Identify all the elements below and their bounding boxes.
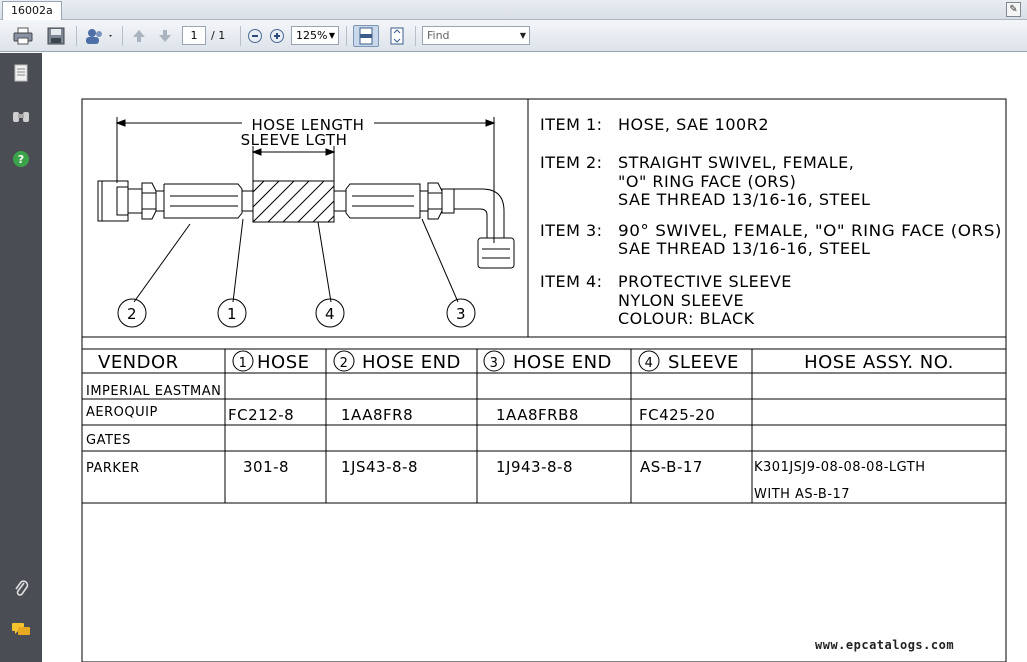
arrow-up-icon <box>133 30 145 42</box>
hose-end-cell: 1AA8FRB8 <box>496 406 579 424</box>
header-num: 1 <box>239 356 248 371</box>
header-assy: HOSE ASSY. NO. <box>804 352 954 373</box>
item-line: SAE THREAD 13/16-16, STEEL <box>618 190 870 209</box>
header-hose-end: HOSE END <box>362 352 461 373</box>
attachment-icon[interactable] <box>11 578 31 598</box>
header-hose-end: HOSE END <box>513 352 612 373</box>
hose-left <box>163 183 253 219</box>
chevron-down-icon: ▼ <box>328 31 335 40</box>
straight-swivel-fitting <box>97 180 165 222</box>
fit-width-icon <box>359 27 373 45</box>
hose-cell: 301-8 <box>243 458 289 476</box>
header-hose: HOSE <box>257 352 310 373</box>
sleeve-length-label: SLEEVE LGTH <box>241 131 348 149</box>
zoom-out-button[interactable] <box>246 25 264 47</box>
callout-label: 2 <box>127 305 137 323</box>
item-label: ITEM 4: <box>540 272 603 291</box>
callout-label: 1 <box>227 305 237 323</box>
hose-right <box>334 183 421 219</box>
document-tab[interactable]: 16002a <box>2 1 62 20</box>
next-page-button[interactable] <box>156 25 174 47</box>
drawing-sheet: HOSE LENGTH SLEEVE LGTH 2 1 4 3 ITEM 1: … <box>81 98 1007 662</box>
header-vendor: VENDOR <box>98 352 179 373</box>
vendor-cell: GATES <box>86 433 131 448</box>
header-num: 3 <box>490 356 499 371</box>
zoom-in-button[interactable] <box>268 25 286 47</box>
assy-cell: K301JSJ9-08-08-08-LGTH <box>754 460 926 475</box>
item-line: 90° SWIVEL, FEMALE, "O" RING FACE (ORS) <box>618 221 1002 240</box>
vendor-cell: PARKER <box>86 461 140 476</box>
share-button[interactable] <box>82 25 116 47</box>
elbow-swivel-fitting <box>419 182 515 269</box>
item-line: STRAIGHT SWIVEL, FEMALE, <box>618 153 854 172</box>
hose-end-cell: 1J943-8-8 <box>496 458 573 476</box>
vendor-cell: AEROQUIP <box>86 405 158 420</box>
vendor-cell: IMPERIAL EASTMAN <box>86 384 221 399</box>
hose-end-cell: 1JS43-8-8 <box>341 458 418 476</box>
sheet-border <box>81 98 1007 662</box>
pin-icon[interactable]: ✎ <box>1006 2 1021 17</box>
previous-page-button[interactable] <box>130 25 148 47</box>
watermark: www.epcatalogs.com <box>815 638 955 652</box>
assy-cell: WITH AS-B-17 <box>754 487 850 502</box>
printer-icon <box>13 27 33 45</box>
find-input[interactable]: Find ▼ <box>422 26 530 45</box>
document-page: HOSE LENGTH SLEEVE LGTH 2 1 4 3 ITEM 1: … <box>42 53 1027 662</box>
tab-bar: 16002a ✎ <box>0 0 1027 20</box>
item-line: NYLON SLEEVE <box>618 291 744 310</box>
users-share-icon <box>86 29 112 44</box>
page-total: / 1 <box>211 29 226 42</box>
item-line: SAE THREAD 13/16-16, STEEL <box>618 239 870 258</box>
help-icon[interactable]: ? <box>13 151 29 167</box>
fit-page-icon <box>390 27 404 45</box>
sleeve-cell: FC425-20 <box>639 406 715 424</box>
item-label: ITEM 2: <box>540 153 603 172</box>
navigation-panel: ? <box>0 53 42 662</box>
zoom-select[interactable]: 125% ▼ <box>291 26 339 45</box>
item-line: PROTECTIVE SLEEVE <box>618 272 792 291</box>
header-sleeve: SLEEVE <box>668 352 739 373</box>
chevron-down-icon: ▼ <box>519 31 526 40</box>
item-line: HOSE, SAE 100R2 <box>618 115 769 134</box>
zoom-out-icon <box>248 29 262 43</box>
callout-label: 4 <box>325 305 335 323</box>
item-line: COLOUR: BLACK <box>618 309 755 328</box>
fit-page-button[interactable] <box>385 25 409 47</box>
find-placeholder: Find <box>427 29 450 42</box>
save-button[interactable] <box>43 25 69 47</box>
item-label: ITEM 1: <box>540 115 603 134</box>
binoculars-icon[interactable] <box>11 106 31 126</box>
callout-label: 3 <box>456 305 466 323</box>
floppy-icon <box>47 27 65 45</box>
header-num: 2 <box>340 356 349 371</box>
toolbar: 1 / 1 125% ▼ Find ▼ <box>0 20 1027 52</box>
hose-cell: FC212-8 <box>228 406 294 424</box>
comments-icon[interactable] <box>11 620 31 640</box>
item-line: "O" RING FACE (ORS) <box>618 172 796 191</box>
item-label: ITEM 3: <box>540 221 603 240</box>
arrow-down-icon <box>159 30 171 42</box>
pages-icon[interactable] <box>11 63 31 83</box>
print-button[interactable] <box>10 25 36 47</box>
header-num: 4 <box>645 356 654 371</box>
fit-width-button[interactable] <box>353 25 379 47</box>
hose-end-cell: 1AA8FR8 <box>341 406 413 424</box>
zoom-value: 125% <box>296 29 328 42</box>
sleeve-cell: AS-B-17 <box>640 458 703 476</box>
page-number-input[interactable]: 1 <box>182 26 206 45</box>
protective-sleeve <box>252 180 335 223</box>
zoom-in-icon <box>270 29 284 43</box>
